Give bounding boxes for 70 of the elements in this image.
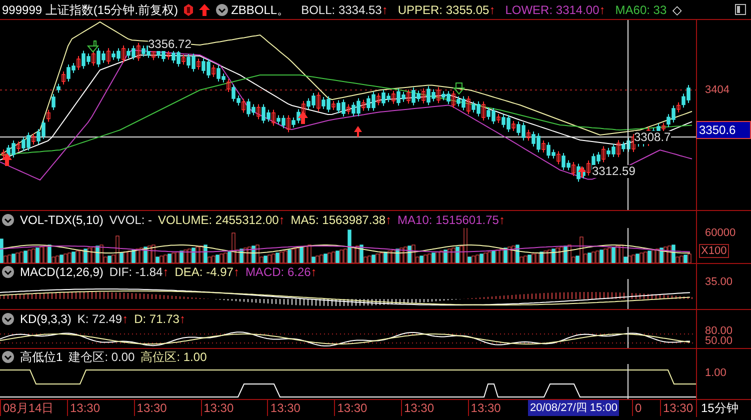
- buy-arrow-icon: [2, 153, 12, 166]
- axis-label: 1.00: [704, 366, 728, 381]
- buy-arrow-icon: [298, 111, 308, 124]
- up-arrow-text: ↑: [489, 2, 496, 18]
- time-label: 13:30: [660, 400, 694, 416]
- time-label: 13:30: [200, 400, 234, 416]
- indicator-value: MA60: 33: [615, 2, 667, 18]
- indicator-value: 建仓区: 0.00: [68, 348, 135, 366]
- panel-toggle-icon[interactable]: [735, 4, 746, 15]
- time-label: 13:30: [267, 400, 300, 416]
- hexagon-icon[interactable]: [184, 4, 194, 16]
- time-label: 0: [632, 400, 642, 416]
- chevron-down-icon[interactable]: [216, 4, 228, 16]
- indicator-value: DIF: -1.84: [109, 264, 163, 280]
- indicator-value: D: 71.73: [134, 310, 180, 328]
- axis-label: 35.00: [704, 275, 734, 290]
- current-price-label: 3350.6: [696, 120, 751, 138]
- up-arrow-text: ↑: [278, 212, 285, 228]
- study-name: ZBBOLL。: [231, 2, 290, 18]
- time-label: 13:30: [401, 400, 434, 416]
- up-arrow-text: ↑: [179, 310, 186, 328]
- time-label: 13:30: [134, 400, 167, 416]
- chevron-down-icon[interactable]: [2, 214, 14, 226]
- price-annotation: 3312.59: [592, 165, 636, 178]
- indicator-value: MA10: 1515601.75: [398, 212, 499, 228]
- chevron-down-icon[interactable]: [2, 312, 14, 324]
- indicator-value: MA5: 1563987.38: [290, 212, 386, 228]
- buy-arrow-icon: [578, 166, 586, 177]
- indicator-value: UPPER: 3355.05: [398, 2, 490, 18]
- axis-label: 50.00: [704, 336, 734, 346]
- panel-title: MACD(12,26,9): [20, 264, 104, 280]
- sell-arrow-icon: [452, 82, 466, 95]
- up-arrow-text: ↑: [599, 2, 606, 18]
- indicator-value: BOLL: 3334.53: [301, 2, 382, 18]
- indicator-value: 高位区: 1.00: [140, 348, 207, 366]
- time-label: 13:30: [334, 400, 368, 416]
- up-arrow-text: ↑: [310, 264, 317, 280]
- panel-title: 高低位1: [20, 348, 63, 366]
- sell-arrow-icon: [88, 40, 98, 53]
- panel-title: KD(9,3,3): [20, 310, 72, 328]
- cursor-time-label: 20/08/27/四 15:00: [528, 400, 620, 416]
- axis-label: 60000: [704, 226, 737, 241]
- indicator-value: VVOL: -: [109, 212, 152, 228]
- price-annotation: 3308.7: [634, 131, 671, 144]
- indicator-value: MACD: 6.26: [245, 264, 311, 280]
- buy-arrow-icon: [354, 126, 362, 137]
- up-arrow-text: ↑: [386, 212, 392, 228]
- indicator-value: LOWER: 3314.00: [505, 2, 600, 18]
- axis-label: 3404: [704, 83, 730, 98]
- time-label: 08月14日: [0, 400, 54, 416]
- indicator-value: DEA: -4.97: [174, 264, 234, 280]
- indicator-value: VOLUME: 2455312.00: [158, 212, 279, 228]
- panel-title: VOL-TDX(5,10): [20, 212, 104, 228]
- up-arrow-icon[interactable]: [199, 4, 210, 16]
- time-label: 13:30: [468, 400, 501, 416]
- chevron-down-icon[interactable]: [2, 266, 14, 278]
- indicator-value: K: 72.49: [77, 310, 122, 328]
- chevron-down-icon[interactable]: [2, 350, 14, 362]
- symbol-title: 999999 上证指数(15分钟.前复权): [2, 2, 178, 18]
- up-arrow-text: ↑: [498, 212, 505, 228]
- unit-label: X100: [699, 244, 729, 258]
- price-annotation: 3356.72: [148, 38, 192, 51]
- up-arrow-text: ↑: [382, 2, 388, 18]
- up-arrow-text: ↑: [233, 264, 240, 280]
- up-arrow-text: ↑: [162, 264, 169, 280]
- axis-label: 80.00: [704, 326, 734, 336]
- period-label: 15分钟: [696, 400, 751, 417]
- up-arrow-text: ↑: [122, 310, 128, 328]
- diamond-symbol: ◇: [672, 2, 682, 18]
- time-label: 13:30: [67, 400, 100, 416]
